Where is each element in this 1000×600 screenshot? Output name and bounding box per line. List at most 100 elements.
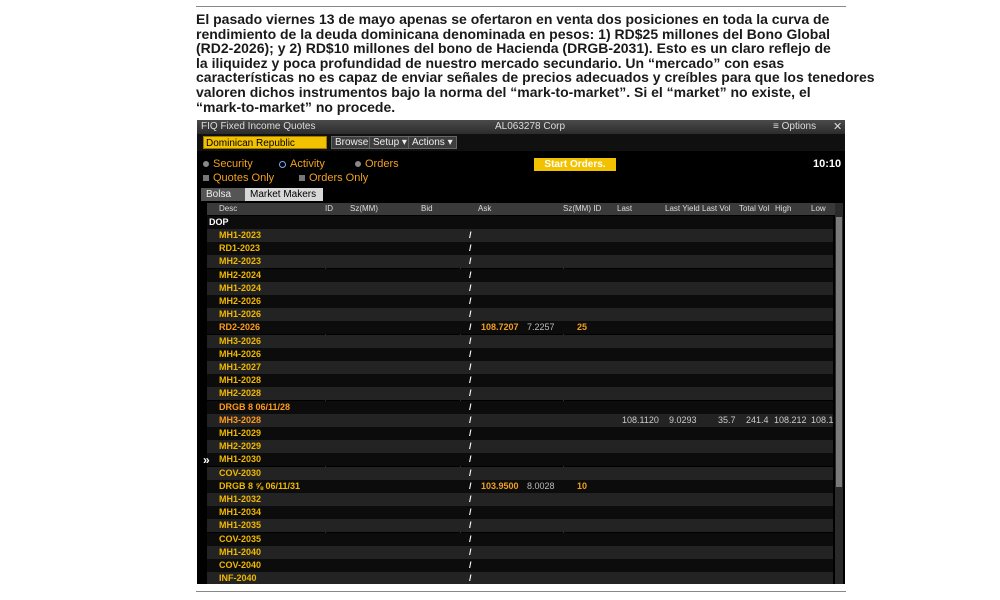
table-row[interactable]: RD2-2026 / 108.7207 7.2257 25 <box>207 321 833 335</box>
table-row[interactable]: COV-2030 / <box>207 466 833 480</box>
cell-slash: / <box>469 454 472 465</box>
col-last-vol[interactable]: Last Vol <box>702 204 730 213</box>
group-row[interactable]: DOP <box>207 216 833 229</box>
col-low[interactable]: Low <box>811 204 826 213</box>
col-id[interactable]: ID <box>325 204 333 213</box>
table-row[interactable]: MH1-2028 / <box>207 374 833 388</box>
article-line: rendimiento de la deuda dominicana denom… <box>196 25 831 42</box>
group-label: DOP <box>209 217 229 227</box>
article-line: la iliquidez y poca profundidad de nuest… <box>196 54 785 71</box>
table-row[interactable]: MH1-2023 / <box>207 229 833 242</box>
security-field[interactable]: AL063278 Corp <box>495 121 565 132</box>
cell-slash: / <box>469 335 472 346</box>
table-row[interactable]: MH4-2026 / <box>207 347 833 361</box>
bond-desc: MH2-2024 <box>219 269 262 280</box>
cell-slash: / <box>469 441 472 452</box>
start-orders-button[interactable]: Start Orders. <box>534 158 616 171</box>
table-row[interactable]: MH1-2030 / <box>207 453 833 467</box>
bond-desc: MH1-2024 <box>219 282 262 293</box>
col-szid[interactable]: Sz(MM) ID <box>563 204 601 213</box>
bond-desc: MH4-2026 <box>219 348 262 359</box>
col-sz[interactable]: Sz(MM) <box>350 204 378 213</box>
bond-desc: MH1-2023 <box>219 230 262 240</box>
table-row[interactable]: MH2-2023 / <box>207 255 833 269</box>
col-last[interactable]: Last <box>617 204 632 213</box>
cell-hi: 108.212 <box>774 414 807 425</box>
close-icon[interactable]: ✕ <box>833 120 842 133</box>
col-last-yield[interactable]: Last Yield <box>665 204 700 213</box>
table-row[interactable]: COV-2040 / <box>207 559 833 572</box>
bond-desc: DRGB 8 ⅝ 06/11/31 <box>219 480 301 491</box>
table-row[interactable]: MH1-2034 / <box>207 506 833 520</box>
article-text: El pasado viernes 13 de mayo apenas se o… <box>196 12 875 114</box>
cell-slash: / <box>469 296 472 306</box>
table-row[interactable]: MH3-2028 / 108.1120 9.0293 35.7 241.4 108.212 1… <box>207 413 834 427</box>
table-row[interactable]: DRGB 8 06/11/28 / <box>207 400 833 414</box>
table-row[interactable]: MH1-2024 / <box>207 281 833 295</box>
tab-bolsa[interactable]: Bolsa <box>201 188 245 201</box>
tab-market-makers[interactable]: Market Makers <box>245 188 323 201</box>
table-row[interactable]: MH1-2032 / <box>207 493 833 506</box>
vertical-scrollbar[interactable] <box>835 203 843 584</box>
table-row[interactable]: MH2-2028 / <box>207 387 833 401</box>
table-row[interactable]: MH2-2029 / <box>207 440 833 454</box>
table-row[interactable]: MH1-2040 / <box>207 545 833 559</box>
bond-desc: MH1-2030 <box>219 454 262 465</box>
menu-icon: ≡ <box>773 121 779 132</box>
table-row[interactable]: MH2-2024 / <box>207 268 833 282</box>
bond-desc: MH1-2040 <box>219 546 262 557</box>
actions-button[interactable]: Actions ▾ <box>408 136 457 149</box>
cell-slash: / <box>469 309 472 320</box>
bond-desc: MH1-2026 <box>219 309 262 320</box>
radio-dot-selected-icon <box>279 160 286 168</box>
table-row[interactable]: MH1-2035 / <box>207 519 833 533</box>
table-row[interactable]: RD1-2023 / <box>207 242 833 256</box>
radio-activity-label: Activity <box>290 158 325 170</box>
cell-slash: / <box>469 401 472 412</box>
article-line: (RD2-2026); y 2) RD$10 millones del bono… <box>196 40 831 57</box>
browse-button[interactable]: Browse <box>331 136 373 149</box>
bond-desc: RD2-2026 <box>219 322 261 333</box>
table-row[interactable]: COV-2035 / <box>207 532 833 546</box>
cell-slash: / <box>469 533 472 544</box>
options-menu[interactable]: ≡ Options <box>773 121 816 132</box>
cell-ly: 9.0293 <box>669 414 697 425</box>
col-high[interactable]: High <box>775 204 791 213</box>
scrollbar-thumb[interactable] <box>836 217 842 487</box>
cell-lv: 35.7 <box>718 414 736 425</box>
cell-slash: / <box>469 573 472 584</box>
radio-orders-label: Orders <box>365 158 399 170</box>
cell-slash: / <box>469 243 472 254</box>
options-label: Options <box>781 121 817 132</box>
col-desc[interactable]: Desc <box>219 204 237 213</box>
col-total-vol[interactable]: Total Vol <box>739 204 769 213</box>
col-ask[interactable]: Ask <box>478 204 491 213</box>
radio-security-label: Security <box>213 158 253 170</box>
radio-orders[interactable]: Orders <box>355 158 399 170</box>
table-row[interactable]: DRGB 8 ⅝ 06/11/31 / 103.9500 8.0028 10 <box>207 479 833 493</box>
bond-desc: INF-2040 <box>219 573 257 584</box>
table-row[interactable]: MH1-2026 / <box>207 308 833 322</box>
cell-tv: 241.4 <box>746 414 769 425</box>
table-row[interactable]: MH1-2029 / <box>207 427 833 440</box>
expand-arrow-icon[interactable]: » <box>203 453 210 467</box>
radio-activity[interactable]: Activity <box>279 158 325 170</box>
bond-desc: MH2-2029 <box>219 441 262 452</box>
table-row[interactable]: MH2-2026 / <box>207 295 833 308</box>
toolbar: Dominican Republic Browse Setup ▾ Action… <box>197 135 845 151</box>
cell-slash: / <box>469 322 472 333</box>
cell-ask: 108.7207 <box>481 322 519 333</box>
table-row[interactable]: MH3-2026 / <box>207 334 833 348</box>
cell-yield: 8.0028 <box>527 480 555 491</box>
table-row[interactable]: INF-2040 / <box>207 572 833 584</box>
radio-security[interactable]: Security <box>203 158 253 170</box>
checkbox-quotes-only[interactable]: Quotes Only <box>203 172 274 184</box>
window-titlebar: FIQ Fixed Income Quotes AL063278 Corp ≡ … <box>197 120 845 135</box>
country-input[interactable]: Dominican Republic <box>203 136 327 149</box>
bond-desc: COV-2030 <box>219 467 262 478</box>
setup-button[interactable]: Setup ▾ <box>369 136 411 149</box>
table-row[interactable]: MH1-2027 / <box>207 361 833 374</box>
checkbox-orders-only[interactable]: Orders Only <box>299 172 368 184</box>
cell-ask: 103.9500 <box>481 480 519 491</box>
col-bid[interactable]: Bid <box>421 204 433 213</box>
